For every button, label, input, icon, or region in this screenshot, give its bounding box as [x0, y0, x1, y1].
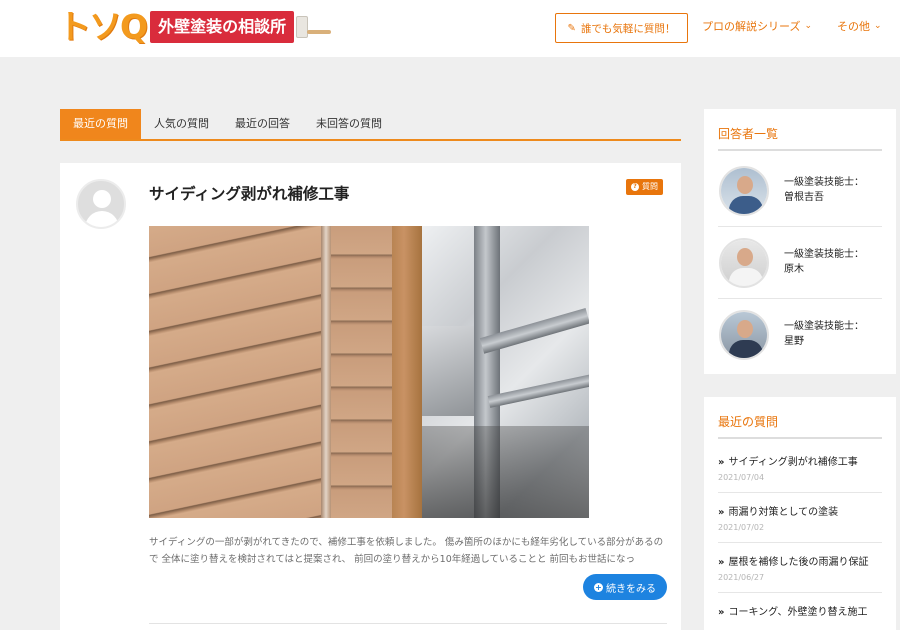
- answerer-item[interactable]: 一級塗装技能士： 星野: [718, 301, 882, 371]
- answerer-name: 曽根吉吾: [784, 192, 824, 203]
- answerer-info: 一級塗装技能士： 星野: [784, 319, 864, 349]
- ask-question-label: 誰でも気軽に質問！: [580, 22, 676, 35]
- question-title[interactable]: サイディング剥がれ補修工事: [149, 182, 349, 204]
- ask-question-button[interactable]: ✎ 誰でも気軽に質問！: [555, 13, 688, 43]
- answerers-widget: 回答者一覧 一級塗装技能士： 曽根吉吾 一級塗装技能士： 原木 一級塗装技能士：…: [704, 109, 896, 374]
- answerer-name: 星野: [784, 336, 804, 347]
- nav-pro-series-label: プロの解説シリーズ: [702, 20, 801, 33]
- excerpt-line: サイディングの一部が剥がれてきたので、補修工事を依頼しました。 傷み箇所のほかに…: [149, 537, 664, 548]
- read-more-label: 続きをみる: [606, 583, 656, 595]
- nav-pro-series[interactable]: プロの解説シリーズ ⌄: [702, 18, 812, 34]
- recent-question-item[interactable]: » 雨漏り対策としての塗装 2021/07/02: [718, 505, 884, 543]
- tab-recent-answers[interactable]: 最近の回答: [222, 109, 303, 139]
- recent-question-item[interactable]: » 屋根を補修した後の雨漏り保証 2021/06/27: [718, 555, 884, 593]
- recent-questions-widget: 最近の質問 » サイディング剥がれ補修工事 2021/07/04 » 雨漏り対策とし…: [704, 397, 896, 630]
- recent-question-title[interactable]: 雨漏り対策としての塗装: [728, 505, 838, 520]
- answerer-role: 一級塗装技能士：: [784, 321, 864, 332]
- recent-question-title[interactable]: コーキング、外壁塗り替え施工: [728, 605, 867, 620]
- excerpt-line: で 全体に塗り替えを検討されてはと提案され、 前回の塗り替えから10年経過してい…: [149, 554, 635, 565]
- answerer-name: 原木: [784, 264, 804, 275]
- pencil-icon: ✎: [567, 22, 576, 34]
- answerer-avatar[interactable]: [719, 166, 769, 216]
- read-more-button[interactable]: + 続きをみる: [583, 574, 667, 600]
- answerer-item[interactable]: 一級塗装技能士： 曽根吉吾: [718, 157, 882, 227]
- plus-icon: +: [594, 582, 603, 592]
- tab-unanswered-questions[interactable]: 未回答の質問: [303, 109, 395, 139]
- nav-other[interactable]: その他 ⌄: [837, 18, 882, 34]
- answerer-info: 一級塗装技能士： 曽根吉吾: [784, 175, 864, 205]
- recent-question-date: 2021/07/04: [718, 473, 765, 482]
- question-excerpt: サイディングの一部が剥がれてきたので、補修工事を依頼しました。 傷み箇所のほかに…: [149, 534, 669, 568]
- answerers-title: 回答者一覧: [718, 127, 779, 141]
- recent-question-item[interactable]: » コーキング、外壁塗り替え施工: [718, 605, 884, 620]
- recent-question-title[interactable]: サイディング剥がれ補修工事: [728, 455, 857, 470]
- tab-recent-questions[interactable]: 最近の質問: [60, 109, 141, 139]
- chevron-down-icon: ⌄: [874, 21, 882, 31]
- divider: [718, 149, 882, 151]
- question-badge: ? 質問: [626, 179, 663, 195]
- answerer-avatar[interactable]: [719, 238, 769, 288]
- chevron-down-icon: ⌄: [804, 21, 812, 31]
- recent-question-date: 2021/06/27: [718, 573, 765, 582]
- divider: [718, 437, 882, 439]
- question-mark-icon: ?: [631, 183, 639, 191]
- nav-other-label: その他: [837, 20, 870, 33]
- site-logo[interactable]: トソQ 外壁塗装の相談所: [58, 7, 332, 46]
- answerer-avatar[interactable]: [719, 310, 769, 360]
- question-photo[interactable]: [149, 226, 589, 518]
- question-card: サイディング剥がれ補修工事 ? 質問 サイディングの一部が剥がれてきたので、補修…: [60, 163, 681, 630]
- recent-question-item[interactable]: » サイディング剥がれ補修工事 2021/07/04: [718, 455, 884, 493]
- divider: [149, 623, 667, 624]
- double-arrow-icon: »: [718, 507, 725, 518]
- answerer-role: 一級塗装技能士：: [784, 177, 864, 188]
- answerer-item[interactable]: 一級塗装技能士： 原木: [718, 229, 882, 299]
- paint-roller-icon: [296, 12, 332, 42]
- recent-question-date: 2021/07/02: [718, 523, 765, 532]
- double-arrow-icon: »: [718, 607, 725, 618]
- double-arrow-icon: »: [718, 457, 725, 468]
- user-avatar[interactable]: [76, 179, 126, 229]
- recent-question-title[interactable]: 屋根を補修した後の雨漏り保証: [728, 555, 868, 570]
- question-tabs: 最近の質問 人気の質問 最近の回答 未回答の質問: [60, 109, 681, 141]
- question-badge-label: 質問: [642, 182, 658, 191]
- recent-questions-title: 最近の質問: [718, 415, 779, 429]
- tab-popular-questions[interactable]: 人気の質問: [141, 109, 222, 139]
- site-header: トソQ 外壁塗装の相談所 ✎ 誰でも気軽に質問！ プロの解説シリーズ ⌄ その他…: [0, 0, 900, 57]
- answerer-info: 一級塗装技能士： 原木: [784, 247, 864, 277]
- answerer-role: 一級塗装技能士：: [784, 249, 864, 260]
- logo-mark: トソQ: [58, 7, 148, 46]
- logo-band: 外壁塗装の相談所: [150, 11, 295, 43]
- double-arrow-icon: »: [718, 557, 725, 568]
